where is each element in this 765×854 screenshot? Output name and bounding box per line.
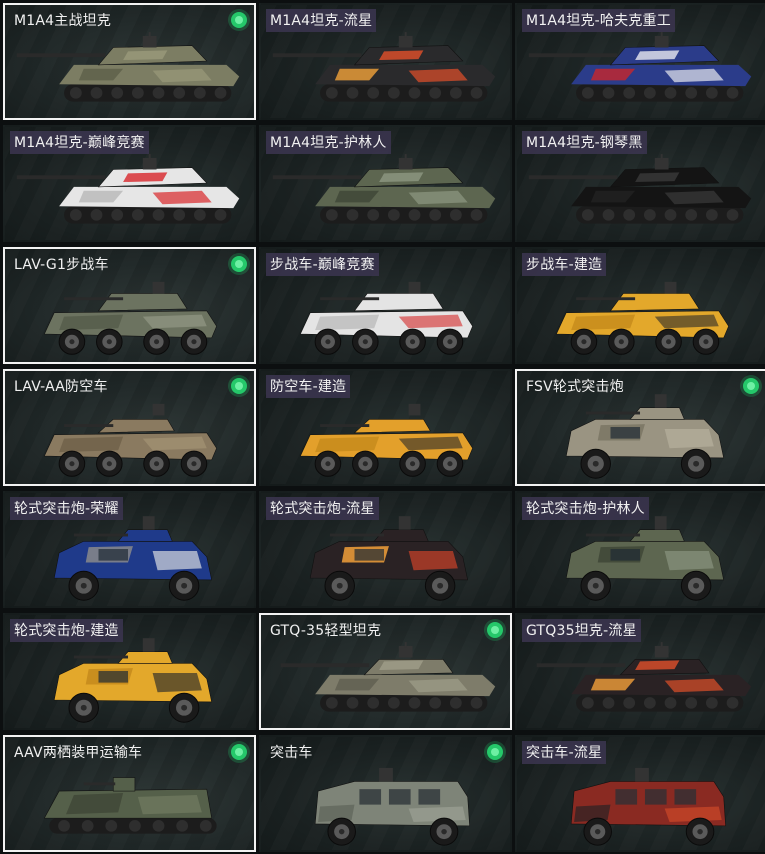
- vehicle-card-12[interactable]: FSV轮式突击炮: [515, 369, 765, 486]
- vehicle-card-6[interactable]: M1A4坦克-钢琴黑: [515, 125, 765, 242]
- vehicle-name: LAV-AA防空车: [14, 379, 108, 395]
- vehicle-art: [53, 638, 213, 723]
- vehicle-name: AAV两栖装甲运输车: [14, 745, 143, 761]
- owned-indicator-icon: [231, 12, 247, 28]
- vehicle-name: 突击车-流星: [522, 741, 607, 764]
- vehicle-card-16[interactable]: 轮式突击炮-建造: [3, 613, 256, 730]
- vehicle-name: GTQ35坦克-流星: [522, 619, 641, 642]
- vehicle-name: 轮式突击炮-荣耀: [10, 497, 123, 520]
- vehicle-card-13[interactable]: 轮式突击炮-荣耀: [3, 491, 256, 608]
- owned-indicator-icon: [743, 378, 759, 394]
- owned-indicator-icon: [231, 378, 247, 394]
- vehicle-art: [272, 32, 496, 102]
- vehicle-name: 轮式突击炮-护林人: [522, 497, 649, 520]
- vehicle-art: [528, 154, 752, 224]
- vehicle-art: [280, 642, 496, 712]
- vehicle-art: [570, 767, 726, 846]
- vehicle-card-20[interactable]: 突击车: [259, 735, 512, 852]
- vehicle-name: GTQ-35轻型坦克: [270, 623, 382, 639]
- vehicle-card-17[interactable]: GTQ-35轻型坦克: [259, 613, 512, 730]
- vehicle-card-2[interactable]: M1A4坦克-流星: [259, 3, 512, 120]
- vehicle-card-21[interactable]: 突击车-流星: [515, 735, 765, 852]
- vehicle-art: [299, 281, 473, 355]
- owned-indicator-icon: [487, 744, 503, 760]
- vehicle-art: [309, 516, 469, 601]
- vehicle-art: [53, 516, 213, 601]
- vehicle-name: M1A4坦克-钢琴黑: [522, 131, 647, 154]
- vehicle-name: 步战车-巅峰竞赛: [266, 253, 379, 276]
- vehicle-card-18[interactable]: GTQ35坦克-流星: [515, 613, 765, 730]
- vehicle-art: [565, 516, 725, 601]
- vehicle-card-9[interactable]: 步战车-建造: [515, 247, 765, 364]
- vehicle-name: FSV轮式突击炮: [526, 379, 624, 395]
- vehicle-card-14[interactable]: 轮式突击炮-流星: [259, 491, 512, 608]
- vehicle-name: M1A4坦克-流星: [266, 9, 377, 32]
- vehicle-name: 轮式突击炮-建造: [10, 619, 123, 642]
- vehicle-art: [16, 154, 240, 224]
- vehicle-art: [43, 777, 217, 834]
- vehicle-card-8[interactable]: 步战车-巅峰竞赛: [259, 247, 512, 364]
- vehicle-name: 轮式突击炮-流星: [266, 497, 379, 520]
- vehicle-card-3[interactable]: M1A4坦克-哈夫克重工: [515, 3, 765, 120]
- vehicle-card-10[interactable]: LAV-AA防空车: [3, 369, 256, 486]
- vehicle-name: 防空车-建造: [266, 375, 351, 398]
- vehicle-art: [314, 767, 470, 846]
- vehicle-art: [299, 403, 473, 477]
- vehicle-art: [43, 281, 217, 355]
- vehicle-art: [43, 403, 217, 477]
- vehicle-art: [272, 154, 496, 224]
- vehicle-art: [565, 394, 725, 479]
- vehicle-name: M1A4坦克-护林人: [266, 131, 391, 154]
- vehicle-art: [528, 32, 752, 102]
- vehicle-card-4[interactable]: M1A4坦克-巅峰竞赛: [3, 125, 256, 242]
- vehicle-name: 突击车: [270, 745, 313, 761]
- owned-indicator-icon: [231, 744, 247, 760]
- vehicle-art: [16, 32, 240, 102]
- owned-indicator-icon: [487, 622, 503, 638]
- vehicle-card-7[interactable]: LAV-G1步战车: [3, 247, 256, 364]
- vehicle-grid: M1A4主战坦克 M1A4坦克-流星 M1A4坦克-哈夫克重工 M1A4坦克-巅峰竞赛…: [0, 0, 765, 854]
- vehicle-name: M1A4主战坦克: [14, 13, 112, 29]
- vehicle-card-15[interactable]: 轮式突击炮-护林人: [515, 491, 765, 608]
- owned-indicator-icon: [231, 256, 247, 272]
- vehicle-card-19[interactable]: AAV两栖装甲运输车: [3, 735, 256, 852]
- vehicle-name: 步战车-建造: [522, 253, 607, 276]
- vehicle-name: M1A4坦克-哈夫克重工: [522, 9, 675, 32]
- vehicle-art: [555, 281, 729, 355]
- vehicle-card-1[interactable]: M1A4主战坦克: [3, 3, 256, 120]
- vehicle-card-11[interactable]: 防空车-建造: [259, 369, 512, 486]
- vehicle-name: LAV-G1步战车: [14, 257, 109, 273]
- vehicle-card-5[interactable]: M1A4坦克-护林人: [259, 125, 512, 242]
- vehicle-art: [536, 642, 752, 712]
- vehicle-name: M1A4坦克-巅峰竞赛: [10, 131, 149, 154]
